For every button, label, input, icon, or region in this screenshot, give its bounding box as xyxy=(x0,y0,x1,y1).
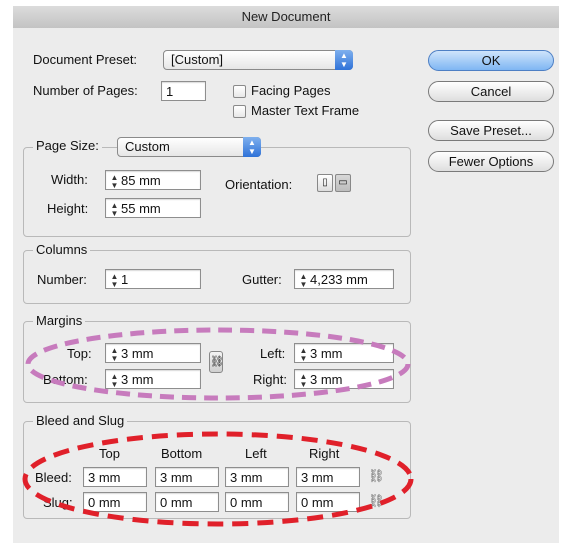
annotation-overlay xyxy=(22,327,414,527)
margins-highlight-ellipse xyxy=(25,327,411,401)
bleed-slug-highlight-ellipse xyxy=(22,431,414,527)
